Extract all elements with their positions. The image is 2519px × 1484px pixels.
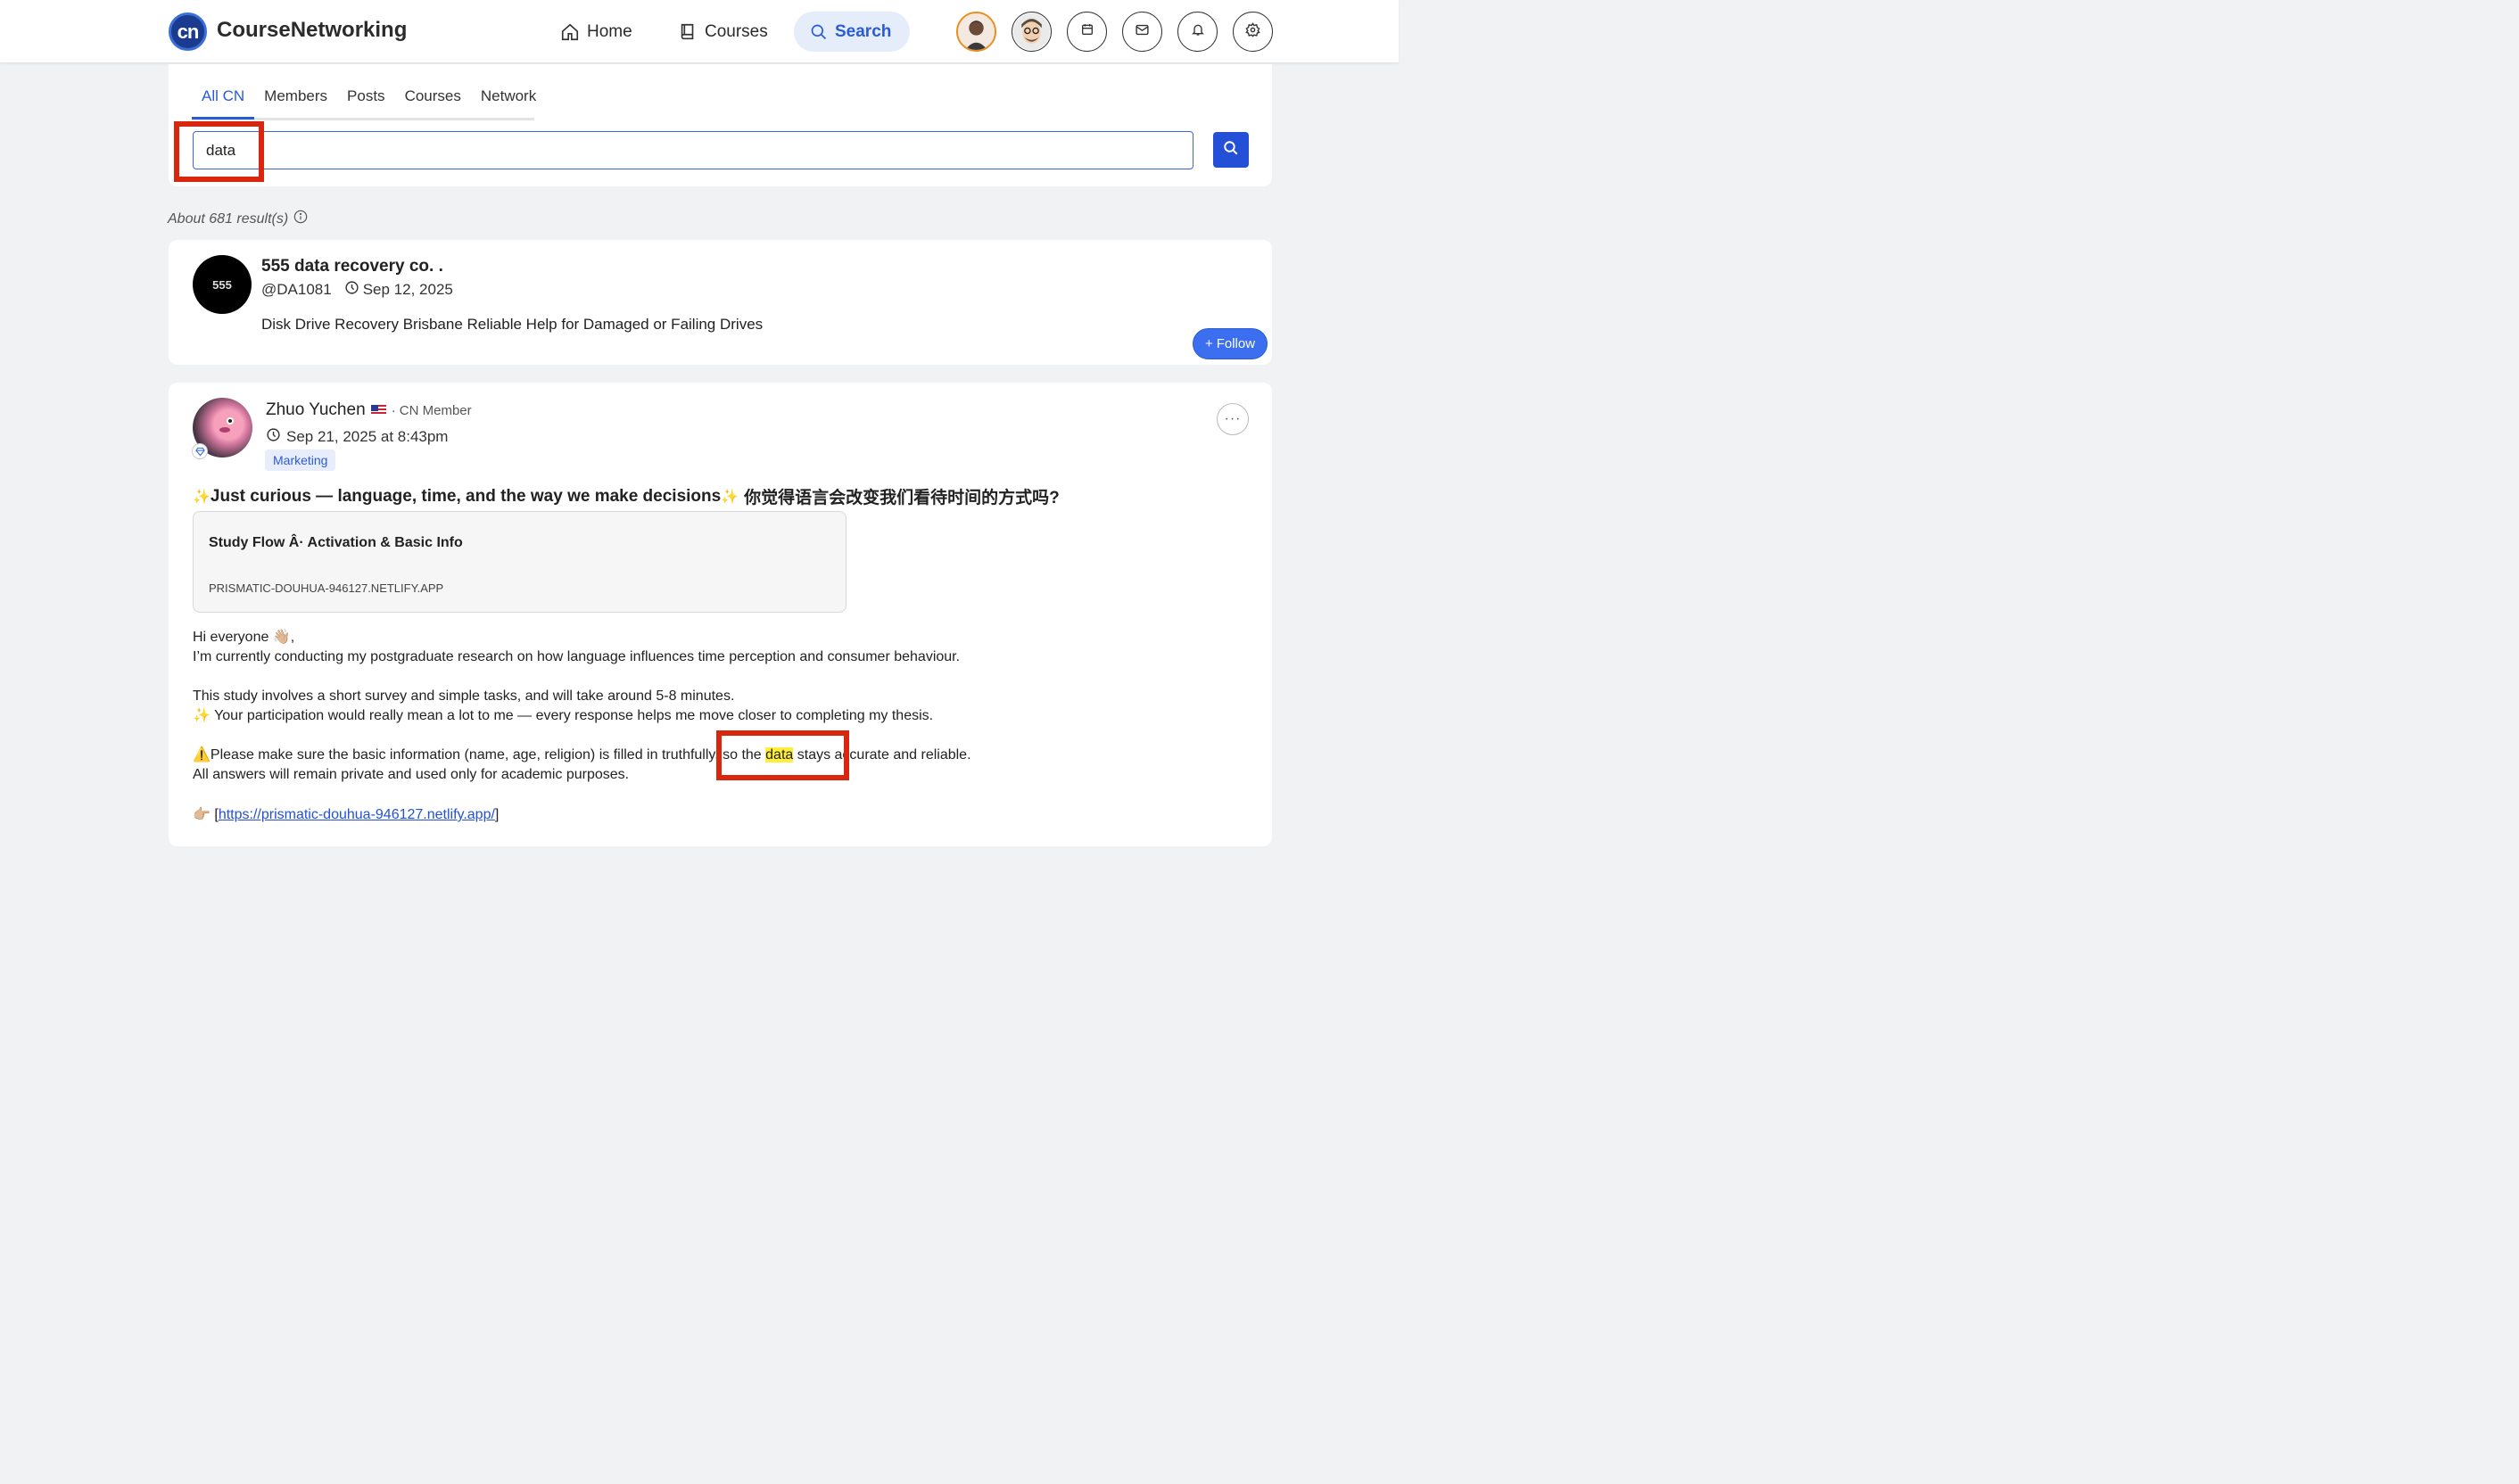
post-body-line-text-a: Please make sure the basic information (… bbox=[210, 747, 766, 763]
calendar-button[interactable] bbox=[1067, 12, 1107, 52]
post-author-role: · CN Member bbox=[391, 402, 472, 418]
notifications-button[interactable] bbox=[1177, 12, 1218, 52]
results-count-text: About 681 result(s) bbox=[168, 210, 289, 227]
nav-home-label: Home bbox=[587, 21, 632, 41]
results-count: About 681 result(s) bbox=[168, 210, 308, 228]
tab-network[interactable]: Network bbox=[471, 87, 546, 120]
post-date-text: Sep 21, 2025 at 8:43pm bbox=[286, 428, 449, 445]
tab-all-cn[interactable]: All CN bbox=[192, 87, 255, 120]
post-author-name[interactable]: Zhuo Yuchen bbox=[266, 400, 366, 420]
post-link[interactable]: https://prismatic-douhua-946127.netlify.… bbox=[219, 807, 495, 822]
search-panel: All CN Members Posts Courses Network bbox=[169, 64, 1272, 186]
post-date: Sep 21, 2025 at 8:43pm bbox=[266, 427, 448, 447]
post-body-line: I’m currently conducting my postgraduate… bbox=[193, 649, 961, 664]
logo-text: cn bbox=[177, 20, 200, 43]
search-icon bbox=[810, 23, 828, 41]
post-body-line: ⚠️Please make sure the basic information… bbox=[193, 746, 971, 765]
search-tabs: All CN Members Posts Courses Network bbox=[192, 87, 546, 120]
nav-search[interactable]: Search bbox=[794, 12, 910, 52]
info-icon[interactable] bbox=[293, 210, 308, 228]
book-icon bbox=[678, 22, 698, 42]
search-icon bbox=[1223, 140, 1239, 161]
post-body-line: All answers will remain private and used… bbox=[193, 767, 630, 782]
more-options-button[interactable]: ··· bbox=[1217, 403, 1249, 435]
diamond-badge-icon bbox=[192, 443, 208, 459]
nav-search-label: Search bbox=[835, 21, 892, 41]
search-input[interactable] bbox=[193, 131, 1193, 169]
nav-courses[interactable]: Courses bbox=[662, 12, 784, 52]
post-title-chinese: 你觉得语言会改变我们看待时间的方式吗? bbox=[744, 489, 1060, 507]
follow-label: Follow bbox=[1216, 336, 1256, 351]
warning-icon: ⚠️ bbox=[193, 747, 211, 763]
sparkle-icon: ✨ bbox=[193, 489, 211, 505]
calendar-icon bbox=[1080, 22, 1094, 41]
nav-home[interactable]: Home bbox=[544, 12, 648, 52]
post-author-row: Zhuo Yuchen · CN Member bbox=[266, 400, 472, 420]
result-title[interactable]: 555 data recovery co. . bbox=[261, 257, 443, 276]
us-flag-icon bbox=[370, 405, 386, 416]
post-title[interactable]: ✨ Just curious — language, time, and the… bbox=[193, 484, 1060, 508]
post-title-text: Just curious — language, time, and the w… bbox=[210, 486, 722, 506]
more-horizontal-icon: ··· bbox=[1224, 411, 1242, 426]
result-date-text: Sep 12, 2025 bbox=[362, 281, 453, 298]
settings-button[interactable] bbox=[1233, 12, 1273, 52]
tab-courses[interactable]: Courses bbox=[395, 87, 471, 120]
link-preview-url: PRISMATIC-DOUHUA-946127.NETLIFY.APP bbox=[209, 581, 444, 595]
brand-name[interactable]: CourseNetworking bbox=[217, 18, 407, 43]
nav-courses-label: Courses bbox=[705, 21, 768, 41]
result-meta: @DA1081 Sep 12, 2025 bbox=[261, 280, 453, 300]
link-preview-card[interactable]: Study Flow Â· Activation & Basic Info PR… bbox=[193, 511, 847, 613]
sparkle-icon: ✨ bbox=[193, 708, 211, 723]
top-navigation-bar: cn CourseNetworking Home Courses Search bbox=[0, 0, 1399, 63]
sparkle-icon: ✨ bbox=[721, 489, 739, 505]
messages-button[interactable] bbox=[1122, 12, 1162, 52]
highlight-box-search-query bbox=[174, 121, 264, 182]
mail-icon bbox=[1135, 22, 1150, 42]
clock-icon bbox=[266, 427, 281, 447]
follow-button[interactable]: + Follow bbox=[1193, 328, 1268, 359]
link-preview-title: Study Flow Â· Activation & Basic Info bbox=[209, 535, 463, 550]
user-avatar-illustrated[interactable] bbox=[1012, 12, 1052, 52]
search-submit-button[interactable] bbox=[1213, 132, 1249, 168]
home-icon bbox=[560, 22, 580, 42]
result-description: Disk Drive Recovery Brisbane Reliable He… bbox=[261, 316, 764, 333]
post-body-greeting: Hi everyone 👋🏼, bbox=[193, 630, 295, 645]
pointing-hand-icon: 👉🏼 bbox=[193, 807, 211, 822]
clock-icon bbox=[344, 280, 359, 300]
tab-posts[interactable]: Posts bbox=[337, 87, 395, 120]
post-body-line: This study involves a short survey and s… bbox=[193, 688, 735, 704]
org-avatar[interactable]: 555 bbox=[193, 255, 252, 314]
highlight-box-search-match bbox=[716, 730, 849, 780]
tab-members[interactable]: Members bbox=[254, 87, 337, 120]
result-handle: @DA1081 bbox=[261, 281, 332, 298]
plus-icon: + bbox=[1204, 336, 1213, 351]
post-body-link-line: 👉🏼 [https://prismatic-douhua-946127.netl… bbox=[193, 807, 500, 822]
post-tag[interactable]: Marketing bbox=[265, 449, 336, 471]
post-body-line-text: Your participation would really mean a l… bbox=[210, 708, 934, 723]
post-body-line: ✨ Your participation would really mean a… bbox=[193, 706, 933, 726]
gear-icon bbox=[1245, 21, 1260, 42]
profile-avatar[interactable] bbox=[956, 12, 996, 52]
result-date: Sep 12, 2025 bbox=[344, 280, 453, 300]
result-card[interactable]: 555 555 data recovery co. . @DA1081 Sep … bbox=[169, 240, 1272, 365]
org-avatar-text: 555 bbox=[212, 277, 232, 292]
logo[interactable]: cn bbox=[169, 12, 207, 51]
bell-icon bbox=[1191, 22, 1205, 41]
